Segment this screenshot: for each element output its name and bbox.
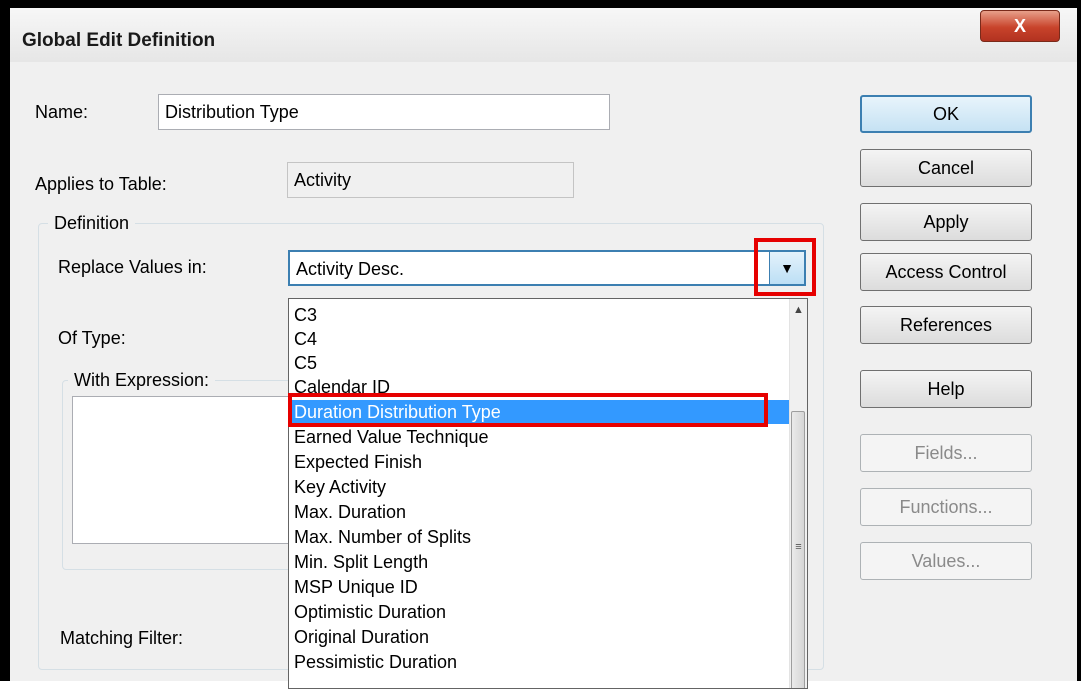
- title-bar: Global Edit Definition X: [10, 8, 1077, 62]
- fields-button: Fields...: [860, 434, 1032, 472]
- chevron-down-icon: ▼: [780, 260, 794, 276]
- frame-right: [1077, 0, 1081, 681]
- matching-filter-label: Matching Filter:: [60, 628, 184, 648]
- scroll-up-icon[interactable]: ▲: [790, 301, 807, 319]
- values-button: Values...: [860, 542, 1032, 580]
- cancel-button[interactable]: Cancel: [860, 149, 1032, 187]
- list-item[interactable]: C4: [289, 327, 791, 351]
- expression-group-label: With Expression:: [68, 370, 216, 391]
- list-item[interactable]: Key Activity: [289, 475, 791, 499]
- dropdown-scrollbar[interactable]: ▲ ≡: [789, 299, 807, 688]
- definition-group-label: Definition: [48, 213, 136, 234]
- global-edit-dialog: Global Edit Definition X Name: Distribut…: [10, 8, 1077, 689]
- applies-to-label: Applies to Table:: [35, 174, 167, 194]
- apply-button[interactable]: Apply: [860, 203, 1032, 241]
- dropdown-button[interactable]: ▼: [769, 252, 804, 284]
- name-input[interactable]: Distribution Type: [158, 94, 610, 130]
- scroll-thumb[interactable]: ≡: [791, 411, 805, 688]
- list-item[interactable]: Expected Finish: [289, 450, 791, 474]
- list-item[interactable]: Min. Split Length: [289, 550, 791, 574]
- list-item[interactable]: Pessimistic Duration: [289, 650, 791, 674]
- replace-values-combo[interactable]: Activity Desc. ▼: [288, 250, 806, 286]
- list-item[interactable]: C5: [289, 351, 791, 375]
- list-item[interactable]: Max. Number of Splits: [289, 525, 791, 549]
- help-button[interactable]: Help: [860, 370, 1032, 408]
- replace-values-dropdown-list[interactable]: C3 C4 C5 Calendar ID Duration Distributi…: [288, 298, 808, 689]
- list-item[interactable]: Calendar ID: [289, 375, 791, 399]
- replace-values-value: Activity Desc.: [296, 259, 405, 279]
- list-item[interactable]: MSP Unique ID: [289, 575, 791, 599]
- access-control-button[interactable]: Access Control: [860, 253, 1032, 291]
- name-label: Name:: [35, 102, 89, 122]
- grip-icon: ≡: [795, 541, 802, 553]
- close-button[interactable]: X: [980, 10, 1060, 42]
- list-item[interactable]: Earned Value Technique: [289, 425, 791, 449]
- of-type-label: Of Type:: [58, 328, 126, 348]
- frame-top: [0, 0, 1081, 8]
- replace-values-label: Replace Values in:: [58, 257, 207, 277]
- frame-left: [0, 0, 10, 681]
- references-button[interactable]: References: [860, 306, 1032, 344]
- dialog-title: Global Edit Definition: [22, 30, 216, 51]
- list-item-selected[interactable]: Duration Distribution Type: [289, 400, 791, 424]
- applies-to-field: Activity: [287, 162, 574, 198]
- functions-button: Functions...: [860, 488, 1032, 526]
- list-item[interactable]: C3: [289, 303, 791, 327]
- list-item[interactable]: Original Duration: [289, 625, 791, 649]
- list-item[interactable]: Optimistic Duration: [289, 600, 791, 624]
- expression-input[interactable]: [72, 396, 292, 544]
- ok-button[interactable]: OK: [860, 95, 1032, 133]
- list-item[interactable]: Max. Duration: [289, 500, 791, 524]
